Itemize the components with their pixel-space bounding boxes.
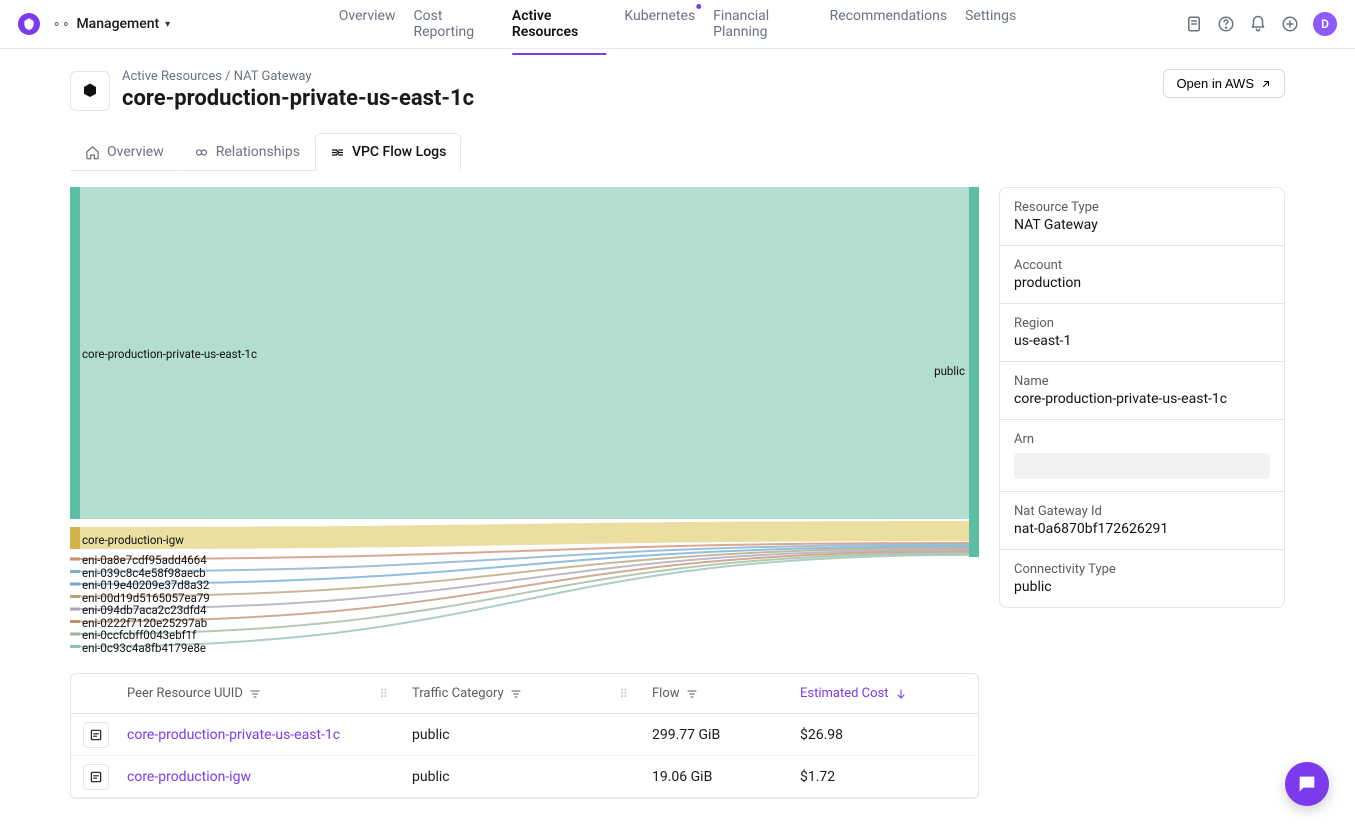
workspace-label: Management [76,16,159,32]
home-icon [85,145,100,160]
info-name: Name core-production-private-us-east-1c [1000,362,1284,420]
nav-cost-reporting[interactable]: Cost Reporting [414,0,494,54]
page-header: Active Resources / NAT Gateway core-prod… [70,69,1285,111]
cell-cost: $26.98 [788,727,978,743]
table-row: core-production-igw public 19.06 GiB $1.… [71,756,978,798]
sankey-source-label: core-production-private-us-east-1c [82,347,257,361]
info-panel: Resource Type NAT Gateway Account produc… [999,187,1285,608]
cell-flow: 19.06 GiB [640,769,788,785]
cell-category: public [400,769,640,785]
tab-relationships[interactable]: Relationships [179,133,315,171]
topbar-right: D [1185,12,1337,36]
drag-icon[interactable]: ⠿ [379,687,388,701]
page-title: core-production-private-us-east-1c [122,86,474,111]
tab-vpc-flow-logs[interactable]: VPC Flow Logs [315,133,461,171]
cell-peer[interactable]: core-production-private-us-east-1c [115,727,400,743]
filter-icon [686,688,698,700]
docs-icon[interactable] [1185,15,1203,33]
info-nat-id: Nat Gateway Id nat-0a6870bf172626291 [1000,492,1284,550]
table-row: core-production-private-us-east-1c publi… [71,714,978,756]
top-nav: Overview Cost Reporting Active Resources… [339,0,1017,54]
resource-row-icon[interactable] [83,764,109,790]
cell-cost: $1.72 [788,769,978,785]
topbar: ⚬⚬ Management ▾ Overview Cost Reporting … [0,0,1355,49]
tab-overview[interactable]: Overview [70,133,179,171]
workspace-selector[interactable]: ⚬⚬ Management ▾ [52,16,170,32]
sankey-igw-label: core-production-igw [82,533,184,547]
nav-recommendations[interactable]: Recommendations [830,0,948,54]
col-category[interactable]: Traffic Category ⠿ [400,686,640,701]
info-connectivity: Connectivity Type public [1000,550,1284,607]
sort-desc-icon [895,688,907,700]
info-region: Region us-east-1 [1000,304,1284,362]
info-resource-type: Resource Type NAT Gateway [1000,188,1284,246]
nav-kubernetes[interactable]: Kubernetes [624,0,695,54]
info-arn: Arn [1000,420,1284,492]
chevron-down-icon: ▾ [165,19,170,30]
open-in-aws-button[interactable]: Open in AWS [1163,69,1285,98]
logo-icon[interactable] [18,13,40,35]
cell-peer[interactable]: core-production-igw [115,769,400,785]
flow-table: Peer Resource UUID ⠿ Traffic Category ⠿ … [70,673,979,799]
notification-dot-icon [696,4,701,9]
cell-flow: 299.77 GiB [640,727,788,743]
sankey-chart: core-production-private-us-east-1c publi… [70,187,979,659]
sankey-eni-label: eni-0c93c4a8fb4179e8e [82,641,206,655]
relationships-icon [194,145,209,160]
external-link-icon [1260,78,1272,90]
breadcrumb: Active Resources / NAT Gateway [122,69,474,84]
help-icon[interactable] [1217,15,1235,33]
resource-icon [70,71,110,111]
nav-active-resources[interactable]: Active Resources [512,0,607,54]
arn-redacted [1014,453,1270,479]
bell-icon[interactable] [1249,15,1267,33]
filter-icon [510,688,522,700]
flow-logs-icon [330,145,345,160]
drag-icon[interactable]: ⠿ [619,687,628,701]
breadcrumb-current[interactable]: NAT Gateway [234,69,312,84]
info-account: Account production [1000,246,1284,304]
tabs: Overview Relationships VPC Flow Logs [70,133,1285,171]
table-header: Peer Resource UUID ⠿ Traffic Category ⠿ … [71,674,978,714]
nav-settings[interactable]: Settings [965,0,1016,54]
nav-financial-planning[interactable]: Financial Planning [713,0,811,54]
breadcrumb-parent[interactable]: Active Resources [122,69,222,84]
chat-icon [1296,773,1318,795]
resource-row-icon[interactable] [83,722,109,748]
chat-button[interactable] [1285,762,1329,806]
col-peer[interactable]: Peer Resource UUID ⠿ [115,686,400,701]
sankey-target-label: public [934,364,965,378]
content: Active Resources / NAT Gateway core-prod… [0,49,1355,832]
hierarchy-icon: ⚬⚬ [52,18,70,31]
col-cost[interactable]: Estimated Cost [788,686,978,701]
add-icon[interactable] [1281,15,1299,33]
nav-overview[interactable]: Overview [339,0,396,54]
col-flow[interactable]: Flow [640,686,788,701]
avatar[interactable]: D [1313,12,1337,36]
cell-category: public [400,727,640,743]
filter-icon [249,688,261,700]
